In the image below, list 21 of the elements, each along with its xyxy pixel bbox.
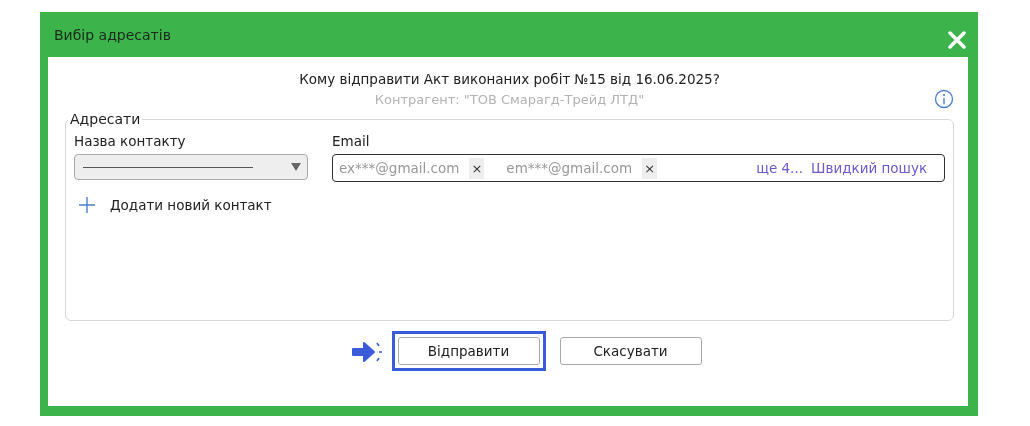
remove-email-button[interactable]: × <box>642 157 658 179</box>
group-legend: Адресати <box>68 111 143 127</box>
question-text: Кому відправити Акт виконаних робіт №15 від 16.06.2025? <box>299 71 720 87</box>
plus-icon <box>78 196 96 214</box>
more-emails-link[interactable]: ще 4... <box>756 160 803 176</box>
remove-email-button[interactable]: × <box>469 157 485 179</box>
info-icon[interactable] <box>934 89 954 109</box>
cancel-button[interactable]: Скасувати <box>559 337 702 365</box>
contact-dropdown[interactable] <box>74 154 308 180</box>
field-label: Назва контакту <box>74 133 187 149</box>
close-icon[interactable] <box>948 30 966 49</box>
window-title: Вибір адресатів <box>54 26 171 43</box>
email-chip-text: ex***@gmail.com <box>339 160 460 176</box>
add-contact-link[interactable]: Додати новий контакт <box>74 196 945 214</box>
email-field[interactable]: ex***@gmail.com × em***@gmail.com × ще 4... Швидкий пошук <box>332 154 945 182</box>
field-label: Email <box>332 133 371 149</box>
email-chip-text: em***@gmail.com <box>506 160 633 176</box>
dropdown-caret-icon <box>291 163 301 171</box>
counterparty-text: Контрагент: "ТОВ Смарагд-Трейд ЛТД" <box>374 92 645 107</box>
pointer-arrow-icon <box>350 339 385 365</box>
send-button[interactable]: Відправити <box>397 337 540 365</box>
